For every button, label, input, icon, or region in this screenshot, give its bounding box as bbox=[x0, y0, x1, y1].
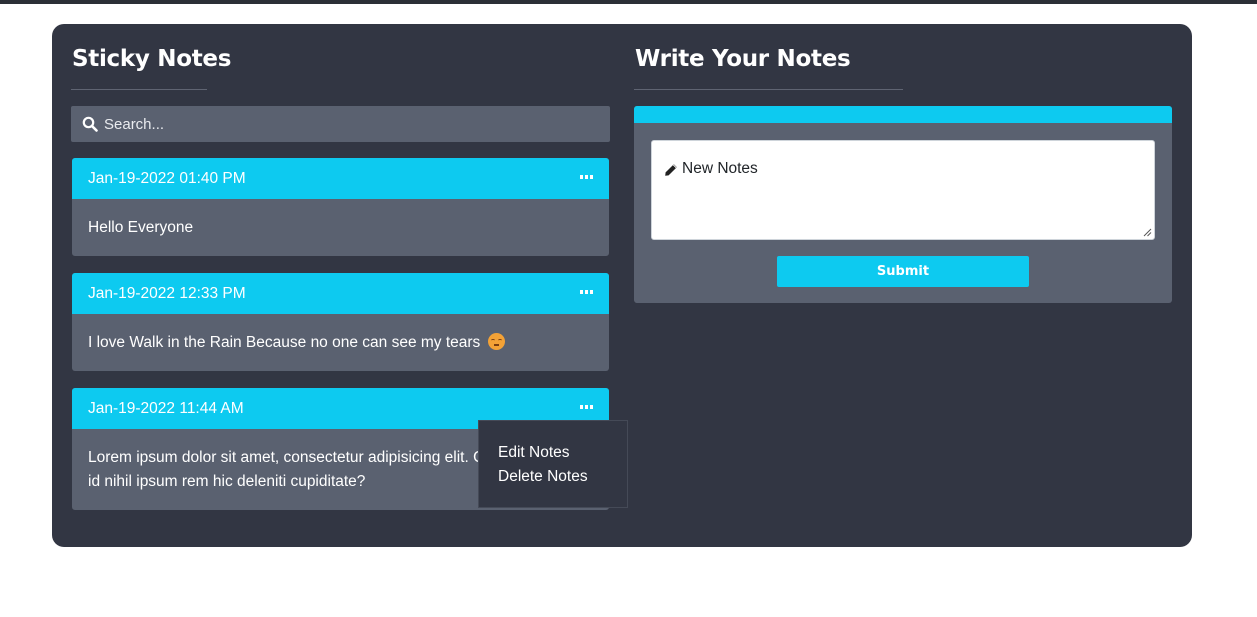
delete-notes-menu-item[interactable]: Delete Notes bbox=[479, 465, 627, 489]
search-bar[interactable] bbox=[71, 106, 610, 142]
more-options-icon[interactable] bbox=[580, 175, 593, 180]
note-body: I love Walk in the Rain Because no one c… bbox=[72, 314, 609, 370]
note-card: Jan-19-2022 01:40 PM Hello Everyone bbox=[72, 158, 609, 256]
note-textarea-wrapper bbox=[651, 140, 1155, 240]
note-text: I love Walk in the Rain Because no one c… bbox=[88, 334, 481, 351]
note-body: Hello Everyone bbox=[72, 199, 609, 255]
note-text: Hello Everyone bbox=[88, 219, 194, 236]
top-border bbox=[0, 0, 1257, 4]
title-divider bbox=[71, 89, 207, 90]
note-textarea[interactable] bbox=[652, 141, 1154, 239]
edit-notes-menu-item[interactable]: Edit Notes bbox=[479, 441, 627, 465]
more-options-icon[interactable] bbox=[580, 290, 593, 295]
submit-button[interactable]: Submit bbox=[777, 256, 1029, 287]
note-date: Jan-19-2022 01:40 PM bbox=[88, 169, 246, 187]
note-card: Jan-19-2022 11:44 AM Lorem ipsum dolor s… bbox=[72, 388, 628, 510]
editor-header-bar bbox=[634, 106, 1172, 123]
resize-handle-icon[interactable] bbox=[1143, 228, 1152, 237]
note-header: Jan-19-2022 12:33 PM bbox=[72, 273, 609, 314]
search-input[interactable] bbox=[104, 115, 584, 133]
note-date: Jan-19-2022 12:33 PM bbox=[88, 284, 246, 302]
title-divider bbox=[634, 89, 903, 90]
note-options-menu: Edit Notes Delete Notes bbox=[478, 420, 628, 508]
note-card: Jan-19-2022 12:33 PM I love Walk in the … bbox=[72, 273, 609, 371]
pensive-face-icon bbox=[487, 333, 505, 350]
search-icon bbox=[82, 116, 98, 132]
note-editor: Submit bbox=[634, 106, 1172, 303]
write-notes-title: Write Your Notes bbox=[635, 46, 851, 72]
more-options-icon[interactable] bbox=[580, 405, 593, 410]
note-header: Jan-19-2022 01:40 PM bbox=[72, 158, 609, 199]
app-panel: Sticky Notes Jan-19-2022 01:40 PM Hello … bbox=[52, 24, 1192, 547]
sticky-notes-title: Sticky Notes bbox=[72, 46, 232, 72]
note-date: Jan-19-2022 11:44 AM bbox=[88, 399, 244, 417]
